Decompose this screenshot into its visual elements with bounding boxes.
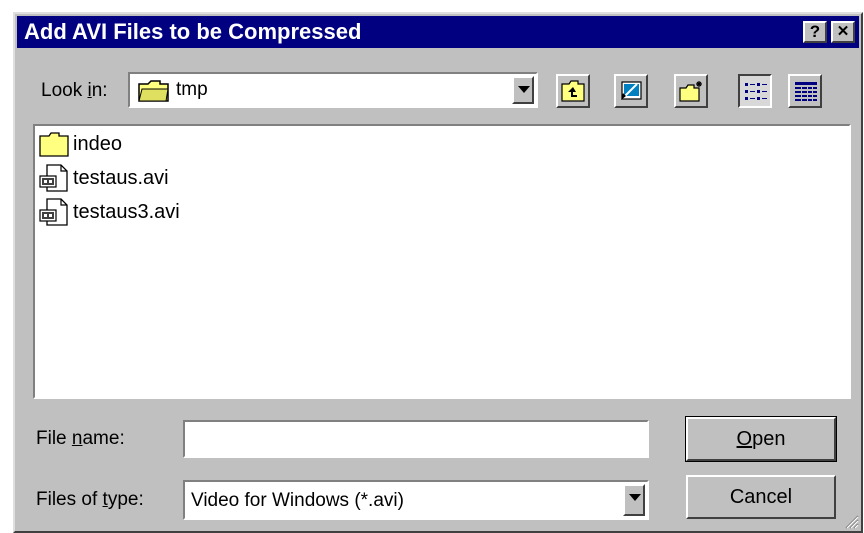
create-new-folder-button[interactable] — [674, 74, 708, 108]
chevron-down-icon[interactable] — [623, 484, 645, 516]
details-view-icon — [795, 82, 817, 101]
file-list[interactable]: indeo testaus.avi testaus3.avi — [33, 124, 851, 399]
up-folder-icon — [561, 80, 585, 102]
chevron-down-icon[interactable] — [512, 76, 534, 104]
desktop-icon — [621, 81, 642, 100]
file-name-label: File name: — [36, 428, 125, 449]
look-in-combobox[interactable]: tmp — [128, 72, 538, 108]
file-type-value: Video for Windows (*.avi) — [191, 490, 404, 511]
help-button[interactable]: ? — [803, 21, 827, 43]
open-button[interactable]: Open — [685, 416, 837, 462]
folder-icon — [39, 132, 69, 157]
up-one-level-button[interactable] — [556, 74, 590, 108]
avi-file-icon — [39, 164, 68, 192]
folder-icon — [138, 80, 169, 102]
title-bar[interactable]: Add AVI Files to be Compressed ? ✕ — [17, 16, 859, 48]
dialog-window: Add AVI Files to be Compressed ? ✕ Look … — [13, 12, 863, 533]
details-view-button[interactable] — [788, 74, 822, 108]
list-view-button[interactable] — [738, 74, 772, 108]
look-in-value: tmp — [176, 79, 208, 100]
avi-file-icon — [39, 198, 68, 226]
list-view-icon — [745, 83, 767, 100]
close-button[interactable]: ✕ — [831, 21, 855, 43]
file-type-label: Files of type: — [36, 489, 144, 510]
look-in-label: Look in: — [41, 80, 108, 101]
window-title: Add AVI Files to be Compressed — [24, 19, 362, 44]
file-name-field[interactable] — [183, 420, 649, 458]
desktop-button[interactable] — [614, 74, 648, 108]
cancel-button[interactable]: Cancel — [686, 475, 836, 519]
resize-grip-icon[interactable] — [843, 513, 859, 529]
file-type-select[interactable]: Video for Windows (*.avi) — [183, 480, 649, 520]
new-folder-icon — [679, 81, 702, 102]
